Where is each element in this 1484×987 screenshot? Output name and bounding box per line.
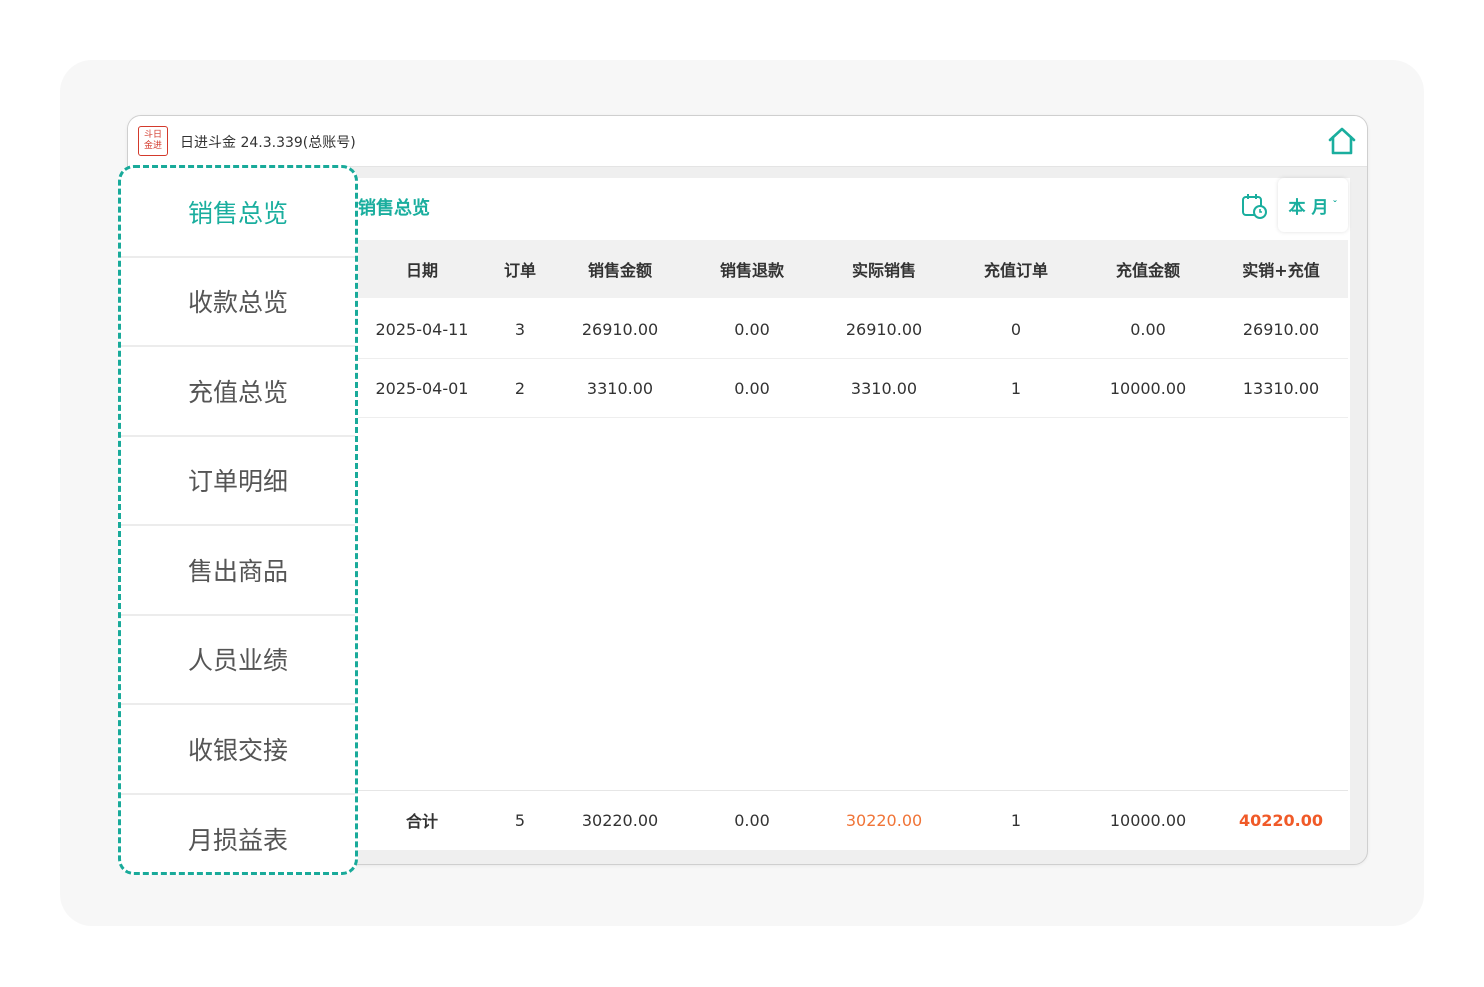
cell-date: 2025-04-01 [375,378,469,398]
sidebar-item-label: 充值总览 [187,377,288,407]
sidebar-item-label: 订单明细 [187,467,288,497]
home-icon [1328,127,1356,155]
column-header-actual-sales[interactable]: 实际销售 [818,257,950,281]
home-button[interactable] [1325,124,1359,158]
sidebar-item-label: 售出商品 [187,556,288,586]
logo-text-top: 斗日 [143,130,162,140]
app-logo: 斗日 金进 [138,126,168,156]
total-sales-plus-recharge: 40220.00 [1238,810,1323,830]
calendar-button[interactable] [1238,190,1270,222]
column-header-sales-amount[interactable]: 销售金额 [554,257,686,281]
panel-header: 销售总览 本 月 ˇ [358,178,1350,236]
cell-sales-plus-recharge: 13310.00 [1242,378,1320,398]
table-header: 日期 订单 销售金额 销售退款 实际销售 充值订单 充值金额 实销+充值 [358,240,1348,298]
calendar-clock-icon [1242,194,1267,219]
column-header-sales-plus-recharge[interactable]: 实销+充值 [1214,257,1348,281]
panel-title: 销售总览 [358,198,430,219]
cell-sales-refund: 0.00 [734,319,770,339]
column-header-recharge-orders[interactable]: 充值订单 [950,257,1082,281]
sidebar: 销售总览 收款总览 充值总览 订单明细 售出商品 人员业绩 收银交接 月损益表 [118,165,358,875]
cell-recharge-orders: 0 [1010,319,1022,339]
sidebar-item-order-details[interactable]: 订单明细 [121,437,355,526]
total-recharge-amount: 10000.00 [1109,810,1187,830]
app-title: 日进斗金 24.3.339(总账号) [180,135,356,151]
sidebar-item-sold-goods[interactable]: 售出商品 [121,526,355,616]
cell-date: 2025-04-11 [375,319,469,339]
period-label: 本 月 [1288,197,1329,218]
period-select[interactable]: 本 月 ˇ [1278,178,1348,232]
total-actual-sales: 30220.00 [845,810,923,830]
sidebar-item-label: 人员业绩 [187,646,288,676]
total-label: 合计 [405,812,438,831]
sidebar-item-payment-overview[interactable]: 收款总览 [121,258,355,347]
cell-recharge-amount: 10000.00 [1109,378,1187,398]
cell-sales-amount: 3310.00 [586,378,654,398]
sidebar-item-sales-overview[interactable]: 销售总览 [121,168,355,258]
column-header-sales-refund[interactable]: 销售退款 [686,257,818,281]
column-header-recharge-amount[interactable]: 充值金额 [1082,257,1214,281]
sidebar-item-cashier-handover[interactable]: 收银交接 [121,705,355,795]
sidebar-item-monthly-profit-loss[interactable]: 月损益表 [121,795,355,873]
sidebar-item-label: 销售总览 [187,198,288,228]
total-sales-refund: 0.00 [734,810,770,830]
logo-text-bottom: 金进 [143,141,162,151]
cell-sales-plus-recharge: 26910.00 [1242,319,1320,339]
total-recharge-orders: 1 [1010,810,1022,830]
main-panel: 销售总览 本 月 ˇ 日期 订单 销售金额 销售退款 实际销售 充值订单 充值金… [358,178,1350,850]
cell-orders: 2 [514,378,526,398]
cell-recharge-amount: 0.00 [1130,319,1166,339]
sidebar-item-label: 收款总览 [187,288,288,318]
table-row[interactable]: 2025-04-01 2 3310.00 0.00 3310.00 1 1000… [358,359,1348,418]
cell-sales-refund: 0.00 [734,378,770,398]
title-bar: 斗日 金进 日进斗金 24.3.339(总账号) [128,116,1367,167]
cell-orders: 3 [514,319,526,339]
cell-recharge-orders: 1 [1010,378,1022,398]
sidebar-item-label: 收银交接 [187,735,288,765]
sidebar-item-recharge-overview[interactable]: 充值总览 [121,347,355,437]
total-row: 合计 5 30220.00 0.00 30220.00 1 10000.00 4… [358,790,1348,849]
cell-sales-amount: 26910.00 [581,319,659,339]
cell-actual-sales: 26910.00 [845,319,923,339]
total-orders: 5 [514,810,526,830]
chevron-down-icon: ˇ [1332,199,1338,211]
cell-actual-sales: 3310.00 [850,378,918,398]
table-row[interactable]: 2025-04-11 3 26910.00 0.00 26910.00 0 0.… [358,300,1348,359]
sidebar-item-staff-performance[interactable]: 人员业绩 [121,616,355,705]
column-header-orders[interactable]: 订单 [486,257,554,281]
column-header-date[interactable]: 日期 [358,257,486,281]
total-sales-amount: 30220.00 [581,810,659,830]
sidebar-item-label: 月损益表 [187,826,288,856]
